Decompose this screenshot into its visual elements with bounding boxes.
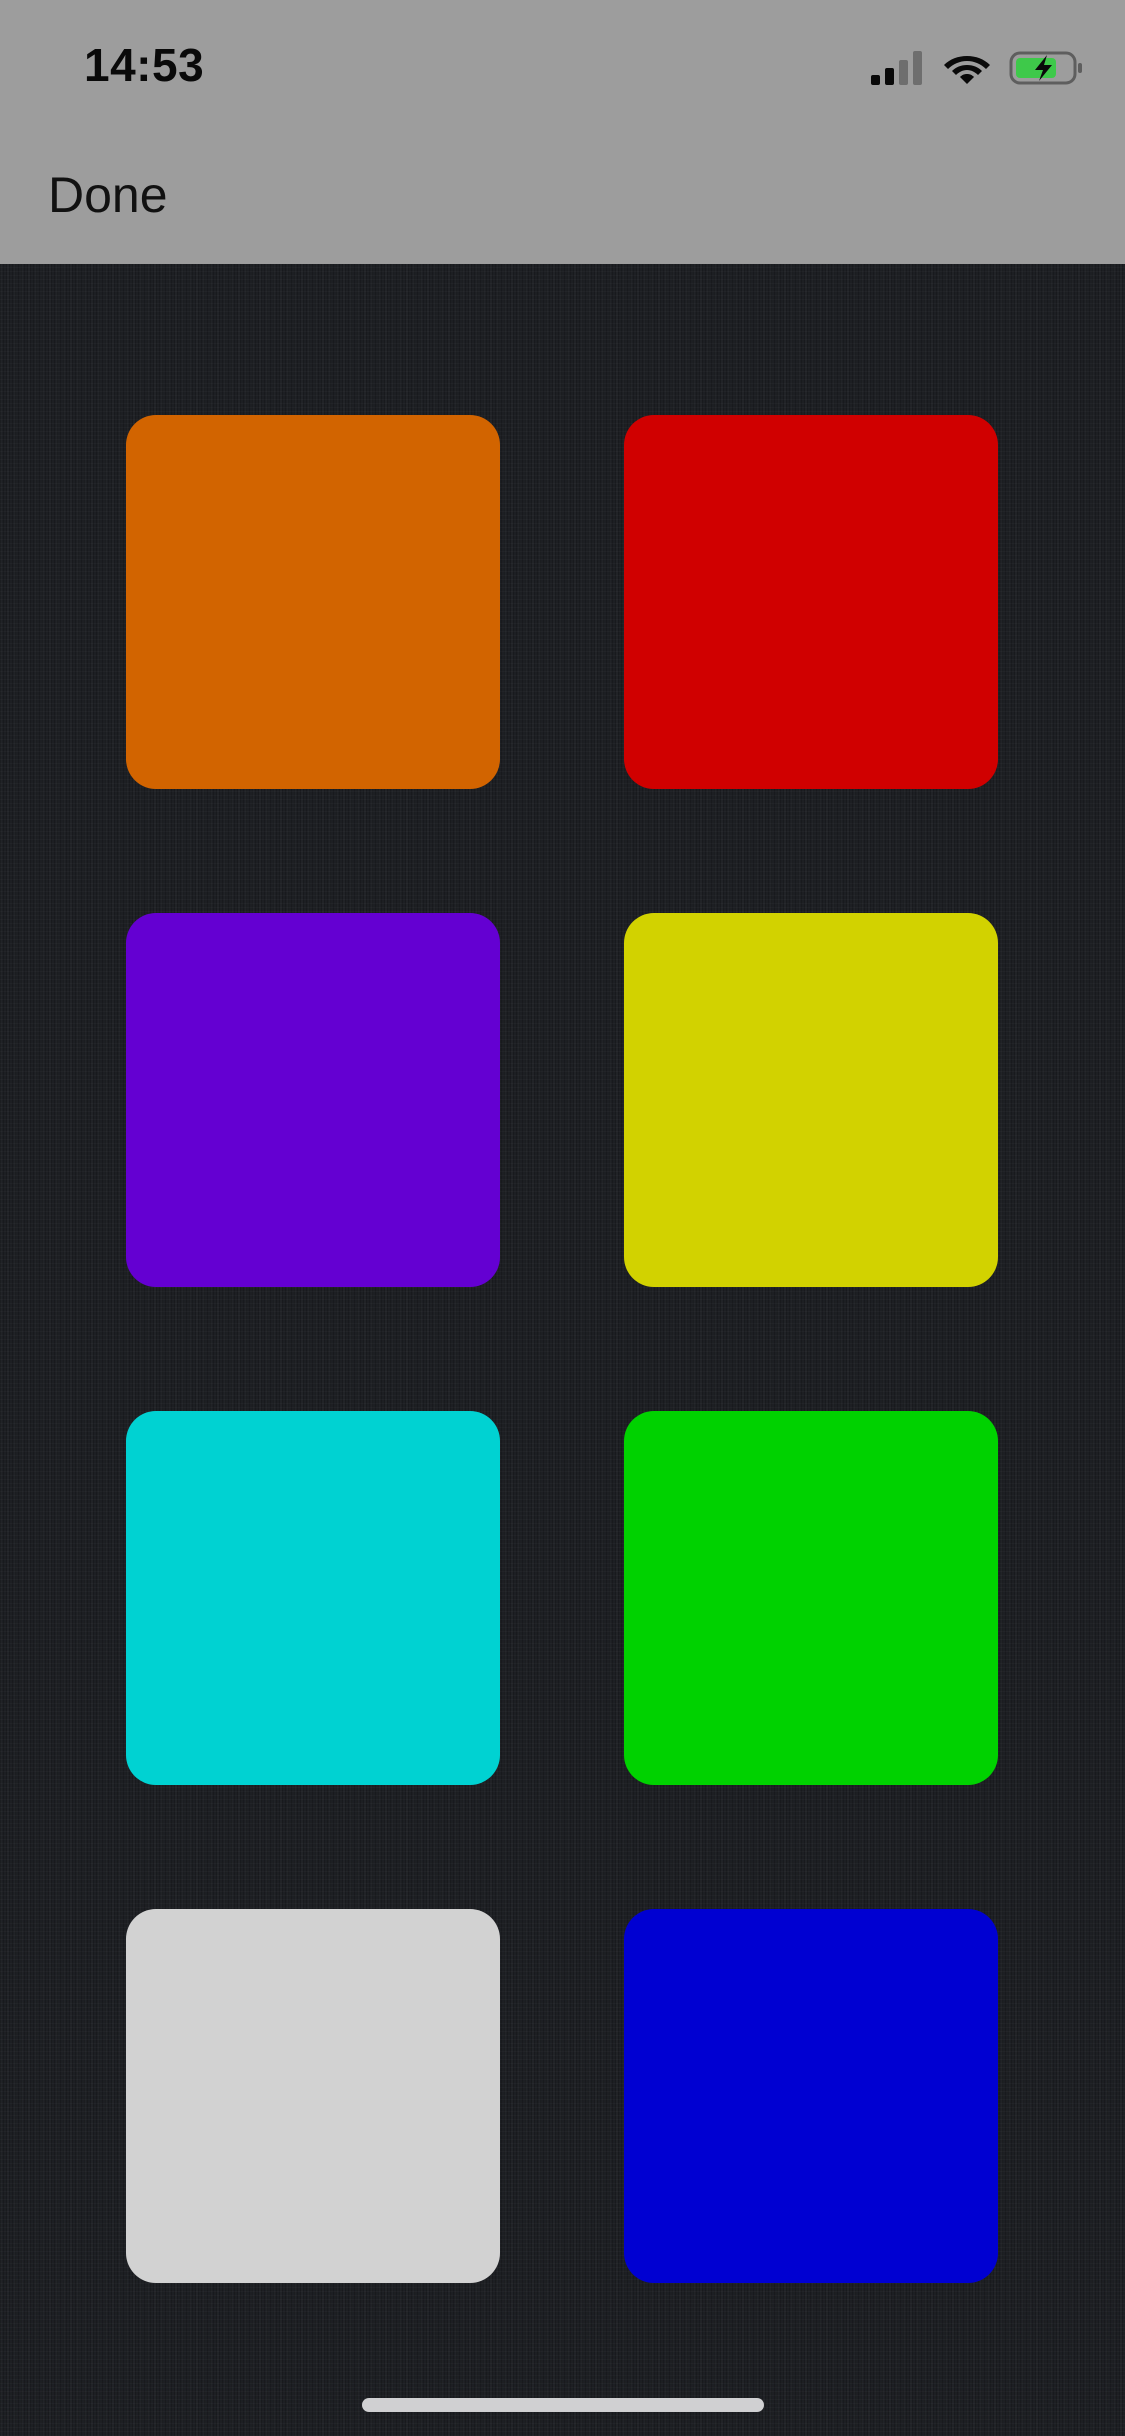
status-time: 14:53	[84, 39, 205, 91]
color-swatch-green[interactable]	[624, 1411, 998, 1785]
header-bar: 14:53 Done	[0, 0, 1125, 264]
color-swatch-purple[interactable]	[126, 913, 500, 1287]
color-swatch-light-gray[interactable]	[126, 1909, 500, 2283]
color-swatch-grid	[126, 415, 998, 2283]
wifi-icon	[944, 56, 990, 84]
color-swatch-yellow[interactable]	[624, 913, 998, 1287]
color-swatch-blue[interactable]	[624, 1909, 998, 2283]
color-swatch-red[interactable]	[624, 415, 998, 789]
color-swatch-cyan[interactable]	[126, 1411, 500, 1785]
battery-charging-icon	[1009, 51, 1082, 85]
home-indicator[interactable]	[362, 2398, 764, 2412]
battery-level	[1016, 58, 1056, 78]
status-icons	[871, 48, 1085, 88]
color-palette-area	[0, 264, 1125, 2436]
done-button[interactable]: Done	[48, 166, 168, 224]
color-swatch-orange[interactable]	[126, 415, 500, 789]
cellular-signal-icon	[871, 51, 922, 85]
